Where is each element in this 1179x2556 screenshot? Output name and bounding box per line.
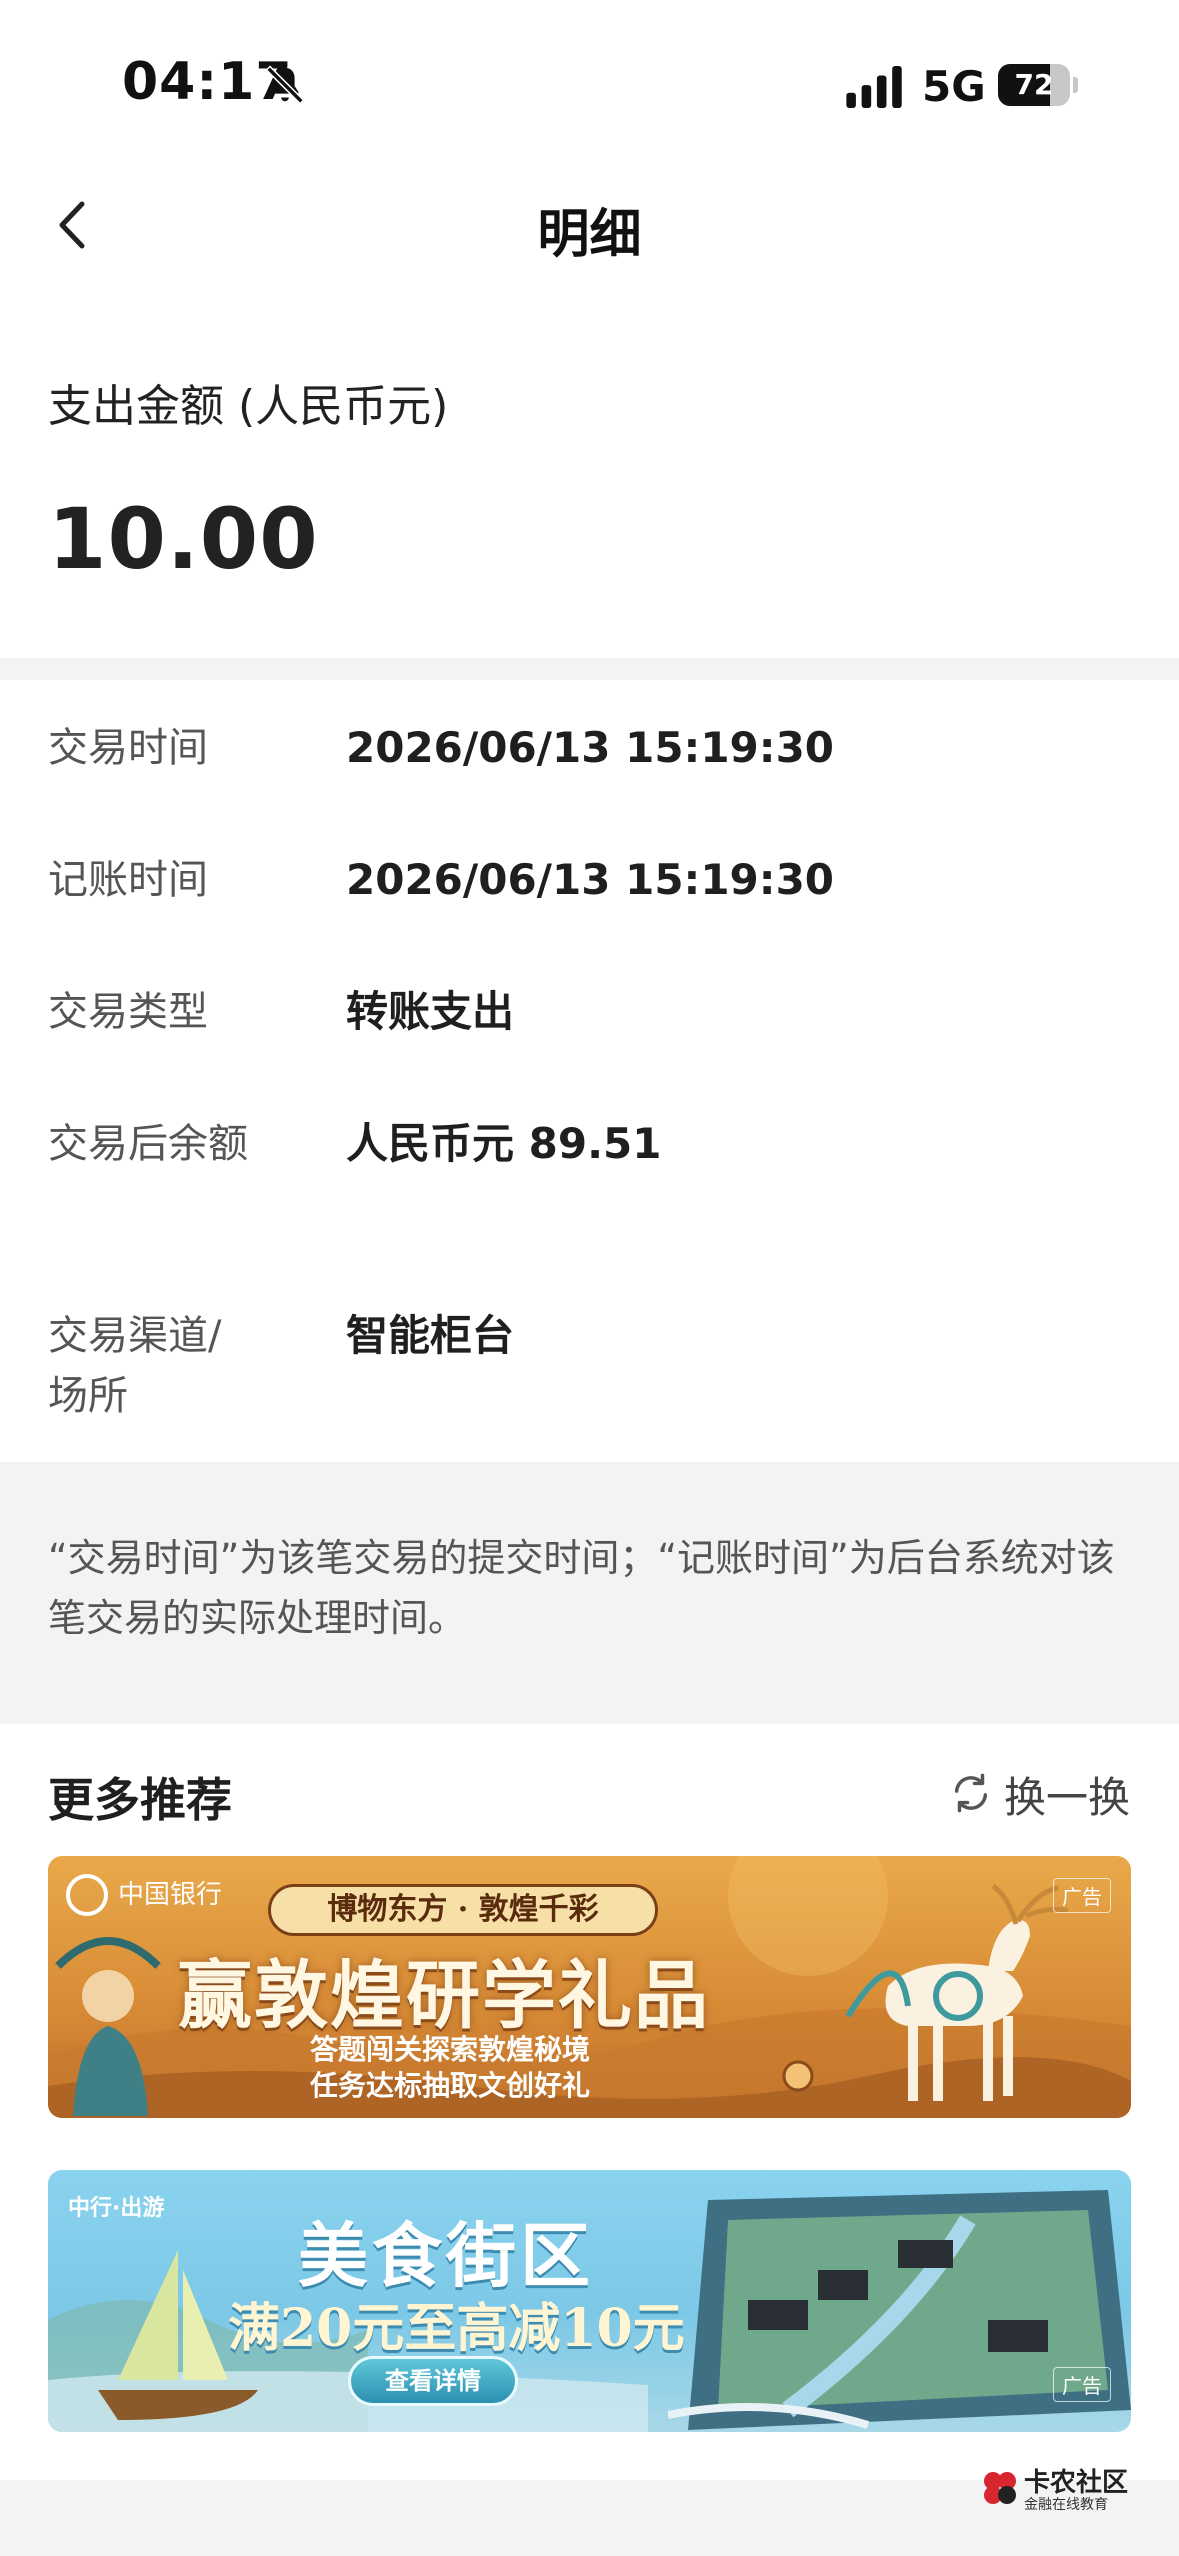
- transaction-details: 交易时间 2026/06/13 15:19:30 记账时间 2026/06/13…: [0, 680, 1179, 1462]
- detail-label: 交易类型: [48, 989, 208, 1035]
- amount-section: 支出金额 (人民币元) 10.00: [0, 290, 1179, 658]
- detail-label: 交易时间: [48, 725, 208, 771]
- boc-travel-logo: 中行·出游: [68, 2196, 165, 2221]
- refresh-icon: [954, 1773, 988, 1813]
- signal-icon: [846, 66, 902, 108]
- banner-subtitle: 答题闯关探索敦煌秘境 任务达标抽取文创好礼: [310, 2032, 590, 2104]
- boc-logo-text: 中国银行: [118, 1880, 223, 1910]
- note-text: “交易时间”为该笔交易的提交时间；“记账时间”为后台系统对该笔交易的实际处理时间…: [48, 1536, 1115, 1640]
- time-note: “交易时间”为该笔交易的提交时间；“记账时间”为后台系统对该笔交易的实际处理时间…: [0, 1462, 1179, 1724]
- food-street-promo-banner[interactable]: 中行·出游 美食街区 满20元至高减10元 查看详情 广告: [48, 2170, 1131, 2432]
- detail-label: 记账时间: [48, 857, 208, 903]
- page-title: 明细: [537, 205, 642, 265]
- amount-value: 10.00: [48, 490, 319, 588]
- deer-illustration: [782, 1883, 1069, 2101]
- recommend-title: 更多推荐: [48, 1773, 232, 1827]
- detail-label: 交易渠道/场所: [48, 1313, 222, 1419]
- watermark-subtitle: 金融在线教育: [1024, 2497, 1108, 2513]
- detail-value: 人民币元 89.51: [346, 1119, 662, 1168]
- refresh-label: 换一换: [1004, 1773, 1131, 1822]
- banner-offer: 满20元至高减10元: [228, 2298, 685, 2359]
- detail-label: 交易后余额: [48, 1121, 248, 1167]
- banner-subtitle-line1: 答题闯关探索敦煌秘境: [310, 2033, 591, 2066]
- detail-value: 2026/06/13 15:19:30: [346, 723, 835, 772]
- watermark-logo-icon: [984, 2472, 1016, 2504]
- bell-muted-icon: [265, 65, 305, 105]
- detail-value: 智能柜台: [346, 1311, 515, 1360]
- ad-tag: 广告: [1053, 2367, 1111, 2402]
- battery-indicator: 72: [998, 64, 1078, 106]
- section-divider: [0, 658, 1179, 680]
- battery-percent: 72: [1014, 68, 1054, 101]
- detail-value: 2026/06/13 15:19:30: [346, 855, 835, 904]
- ad-tag: 广告: [1053, 1878, 1111, 1913]
- mural-figure-illustration: [55, 1937, 161, 2116]
- view-details-button[interactable]: 查看详情: [348, 2356, 518, 2406]
- banner-headline: 赢敦煌研学礼品: [178, 1953, 710, 2039]
- banner-ribbon: 博物东方 · 敦煌千彩: [268, 1884, 658, 1936]
- boc-logo: 中国银行: [66, 1870, 246, 1926]
- dunhuang-promo-banner[interactable]: 中国银行 博物东方 · 敦煌千彩 赢敦煌研学礼品 答题闯关探索敦煌秘境 任务达标…: [48, 1856, 1131, 2118]
- amount-label: 支出金额 (人民币元): [48, 381, 449, 432]
- nav-bar: 明细: [0, 160, 1179, 290]
- watermark: 卡农社区 金融在线教育: [980, 2462, 1170, 2522]
- detail-value: 转账支出: [346, 987, 515, 1036]
- status-bar: 04:17 5G 72: [0, 0, 1179, 160]
- banner-subtitle-line2: 任务达标抽取文创好礼: [310, 2069, 591, 2102]
- recommend-section: 更多推荐 换一换 中国银行 博物东方 · 敦煌千彩 赢敦煌研学礼品 答题闯关探索…: [0, 1724, 1179, 2480]
- network-label: 5G: [922, 62, 986, 111]
